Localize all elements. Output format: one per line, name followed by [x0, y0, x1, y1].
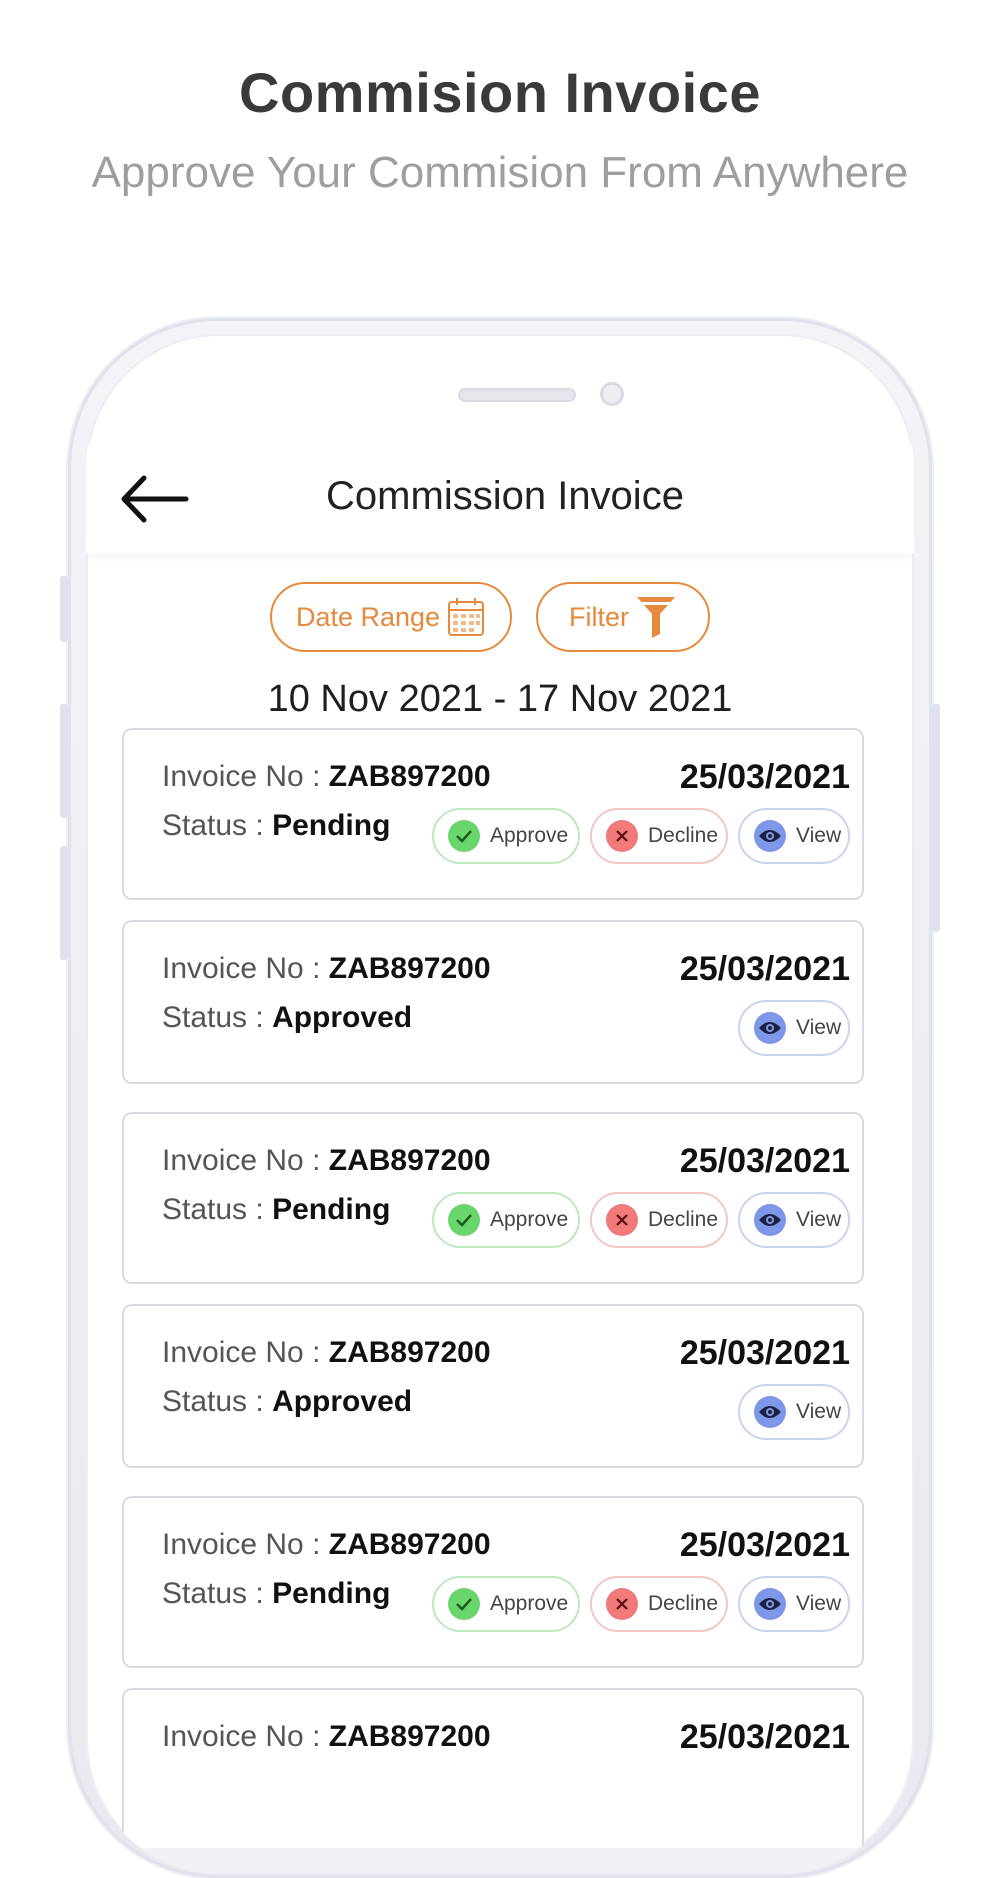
- invoice-status: Status : Pending: [162, 1193, 391, 1226]
- app-header: Commission Invoice: [86, 444, 914, 554]
- invoice-number: Invoice No : ZAB897200: [162, 1720, 491, 1753]
- invoice-number: Invoice No : ZAB897200: [162, 1528, 491, 1561]
- invoice-date: 25/03/2021: [679, 1142, 850, 1180]
- invoice-number: Invoice No : ZAB897200: [162, 760, 491, 793]
- invoice-status: Status : Approved: [162, 1001, 413, 1034]
- promo-subtitle: Approve Your Commision From Anywhere: [91, 148, 909, 197]
- view-button[interactable]: View: [738, 1192, 850, 1248]
- invoice-number: Invoice No : ZAB897200: [162, 1336, 491, 1369]
- invoice-date: 25/03/2021: [679, 950, 850, 988]
- header-title: Commission Invoice: [326, 474, 684, 518]
- invoice-date: 25/03/2021: [679, 1718, 850, 1756]
- phone-screen: Commission Invoice Date Range Filter 10 …: [86, 334, 914, 1874]
- decline-button[interactable]: Decline: [590, 1192, 728, 1248]
- funnel-icon: [637, 597, 675, 638]
- invoice-status: Status : Pending: [162, 809, 391, 842]
- invoice-card[interactable]: Invoice No : ZAB897200 Status : Approved…: [122, 920, 864, 1084]
- calendar-icon: [448, 598, 485, 636]
- invoice-status: Status : Pending: [162, 1577, 391, 1610]
- check-icon: [448, 820, 480, 852]
- invoice-date: 25/03/2021: [679, 1526, 850, 1564]
- date-range-label: Date Range: [295, 601, 441, 632]
- selected-date-range: 10 Nov 2021 - 17 Nov 2021: [267, 678, 733, 720]
- invoice-card[interactable]: Invoice No : ZAB897200 Status : Pending …: [122, 1112, 864, 1284]
- close-icon: [606, 1588, 638, 1620]
- view-button[interactable]: View: [738, 1384, 850, 1440]
- invoice-status: Status : Approved: [162, 1385, 413, 1418]
- decline-button[interactable]: Decline: [590, 808, 728, 864]
- check-icon: [448, 1204, 480, 1236]
- check-icon: [448, 1588, 480, 1620]
- promo-title: Commision Invoice: [239, 61, 761, 124]
- approve-button[interactable]: Approve: [432, 1576, 580, 1632]
- toolbar: Date Range Filter: [86, 582, 914, 654]
- close-icon: [606, 820, 638, 852]
- invoice-card[interactable]: Invoice No : ZAB897200 Status : Pending …: [122, 1496, 864, 1668]
- eye-icon: [754, 1204, 786, 1236]
- invoice-date: 25/03/2021: [679, 758, 850, 796]
- invoice-card[interactable]: Invoice No : ZAB897200 25/03/2021: [122, 1688, 864, 1860]
- phone-side-button: [60, 846, 68, 960]
- approve-button[interactable]: Approve: [432, 808, 580, 864]
- phone-camera: [600, 382, 624, 406]
- eye-icon: [754, 1396, 786, 1428]
- eye-icon: [754, 820, 786, 852]
- view-button[interactable]: View: [738, 1000, 850, 1056]
- phone-side-button: [932, 704, 940, 932]
- approve-button[interactable]: Approve: [432, 1192, 580, 1248]
- date-range-button[interactable]: Date Range: [270, 582, 512, 652]
- phone-side-button: [60, 704, 68, 818]
- view-button[interactable]: View: [738, 808, 850, 864]
- invoice-card[interactable]: Invoice No : ZAB897200 Status : Pending …: [122, 728, 864, 900]
- filter-button[interactable]: Filter: [536, 582, 710, 652]
- eye-icon: [754, 1012, 786, 1044]
- bottom-bar: [86, 1848, 914, 1874]
- phone-frame: Commission Invoice Date Range Filter 10 …: [60, 318, 940, 1878]
- close-icon: [606, 1204, 638, 1236]
- view-button[interactable]: View: [738, 1576, 850, 1632]
- invoice-number: Invoice No : ZAB897200: [162, 1144, 491, 1177]
- invoice-card[interactable]: Invoice No : ZAB897200 Status : Approved…: [122, 1304, 864, 1468]
- phone-side-button: [60, 576, 68, 642]
- invoice-number: Invoice No : ZAB897200: [162, 952, 491, 985]
- invoice-date: 25/03/2021: [679, 1334, 850, 1372]
- decline-button[interactable]: Decline: [590, 1576, 728, 1632]
- phone-speaker: [458, 388, 576, 402]
- filter-label: Filter: [569, 601, 629, 632]
- eye-icon: [754, 1588, 786, 1620]
